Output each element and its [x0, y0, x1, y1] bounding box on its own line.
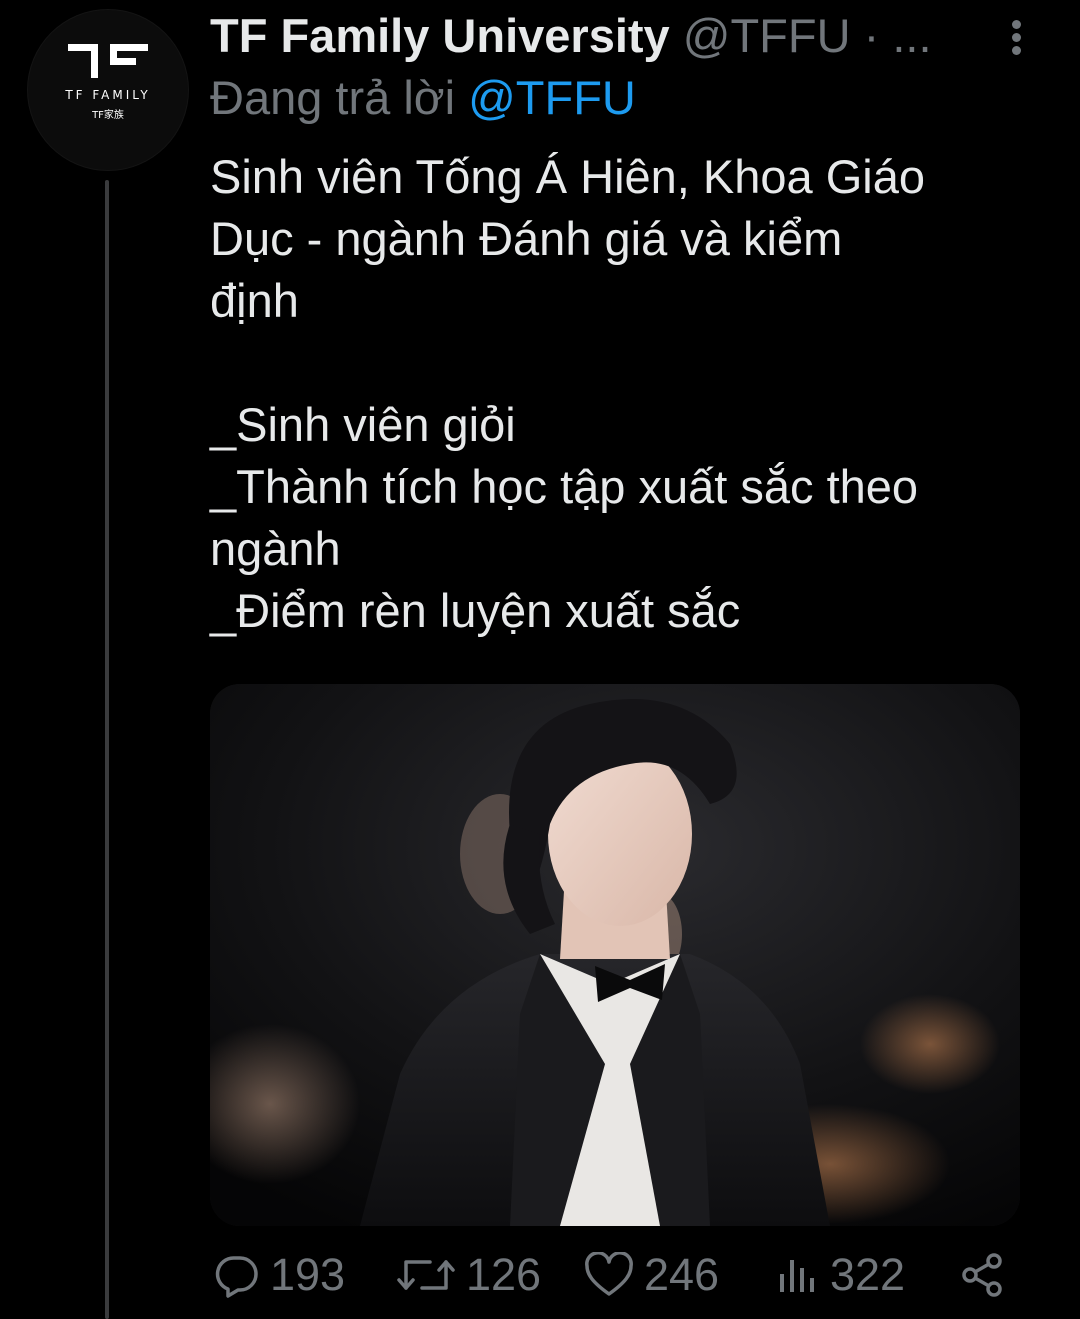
timestamp[interactable]: ...: [892, 9, 931, 62]
replying-to: Đang trả lời @TFFU: [210, 70, 636, 126]
user-handle[interactable]: @TFFU: [683, 9, 851, 62]
tweet-line: Dục - ngành Đánh giá và kiểm: [210, 212, 843, 265]
replying-to-label: Đang trả lời: [210, 71, 456, 124]
views-button[interactable]: 322: [776, 1244, 905, 1306]
more-vertical-icon[interactable]: [1000, 14, 1034, 60]
like-count: 246: [644, 1249, 720, 1300]
tweet-text: Sinh viên Tống Á Hiên, Khoa Giáo Dục - n…: [210, 146, 1050, 642]
retweet-count: 126: [466, 1249, 542, 1300]
separator-dot: ·: [863, 9, 880, 62]
heart-icon: [585, 1252, 633, 1296]
retweet-icon: [397, 1260, 455, 1290]
tweet[interactable]: TF FAMILY TF家族 TF Family University @TFF…: [0, 0, 1080, 1319]
reply-button[interactable]: 193: [214, 1244, 345, 1306]
avatar-brand-cn: TF家族: [92, 110, 124, 121]
views-count: 322: [830, 1249, 906, 1300]
display-name[interactable]: TF Family University: [210, 9, 670, 62]
views-icon: [780, 1260, 814, 1292]
reply-count: 193: [270, 1249, 346, 1300]
like-button[interactable]: 246: [584, 1244, 719, 1306]
thread-line: [105, 180, 109, 1319]
tweet-line: Sinh viên Tống Á Hiên, Khoa Giáo: [210, 150, 926, 203]
avatar-column: TF FAMILY TF家族: [28, 10, 188, 1319]
share-button[interactable]: [960, 1244, 1006, 1306]
photo-of-man-in-tuxedo: [210, 684, 1020, 1226]
retweet-button[interactable]: 126: [396, 1244, 541, 1306]
tweet-line: _Điểm rèn luyện xuất sắc: [210, 584, 741, 637]
tweet-line: _Thành tích học tập xuất sắc theo: [210, 460, 919, 513]
tweet-line: _Sinh viên giỏi: [210, 398, 516, 451]
reply-icon: [215, 1256, 258, 1298]
share-icon: [962, 1253, 1002, 1297]
tf-logo-icon: [68, 44, 148, 78]
reply-mention-link[interactable]: @TFFU: [468, 71, 636, 124]
tweet-header: TF Family University @TFFU · ...: [210, 8, 1050, 64]
tweet-photo[interactable]: [210, 684, 1020, 1226]
tweet-line: định: [210, 274, 299, 327]
avatar[interactable]: TF FAMILY TF家族: [28, 10, 188, 170]
tweet-line: ngành: [210, 522, 341, 575]
avatar-brand: TF FAMILY: [65, 88, 151, 102]
tweet-actions: 193 126 246 322: [210, 1244, 1040, 1306]
